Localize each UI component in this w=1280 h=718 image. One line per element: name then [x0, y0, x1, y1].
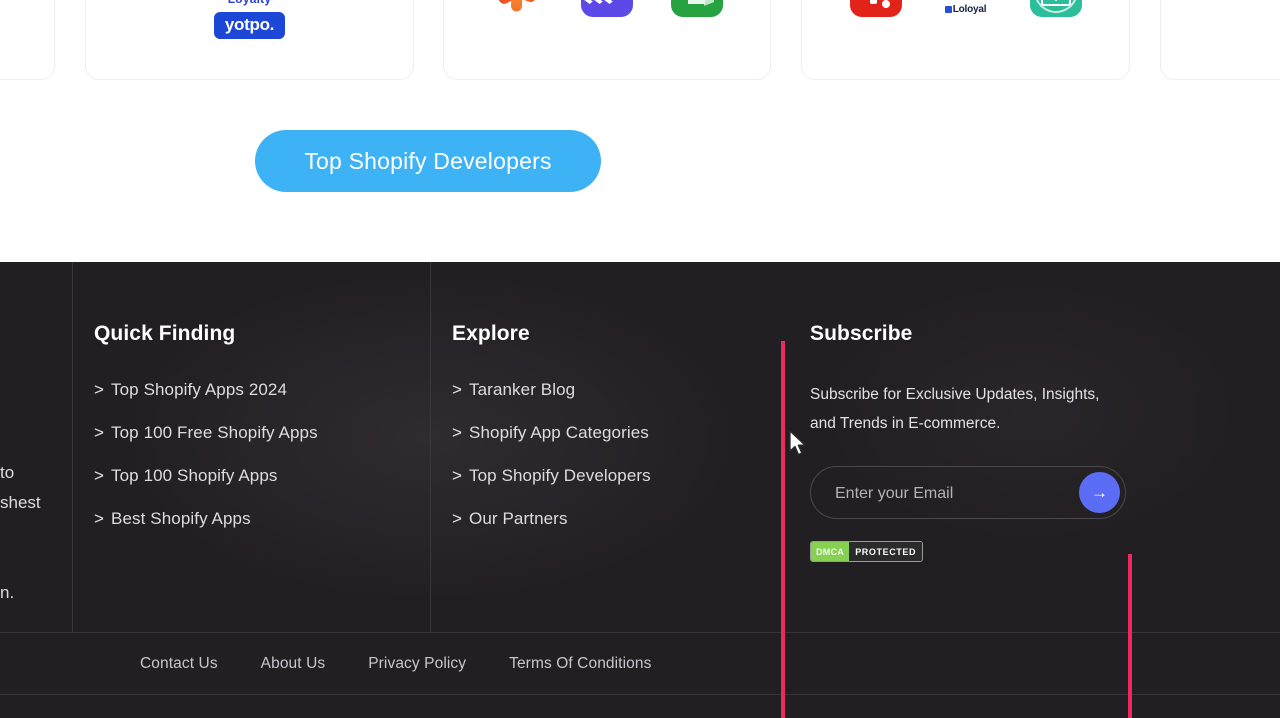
footer-vertical-divider-1 [72, 262, 73, 632]
yotpo-wordmark: yotpo. [213, 12, 286, 39]
link-label: Top 100 Shopify Apps [111, 466, 278, 485]
red-exclamation-icon[interactable] [849, 0, 902, 17]
footer-horizontal-divider-1 [0, 632, 1280, 633]
chevron-right-icon: > [452, 509, 463, 528]
chevron-right-icon: > [452, 423, 463, 442]
app-card-partial-left[interactable] [0, 0, 55, 80]
dmca-protected-badge[interactable]: DMCA PROTECTED [810, 541, 924, 562]
chevron-right-icon: > [452, 380, 463, 399]
footer-horizontal-divider-2 [0, 694, 1280, 695]
subscribe-title: Subscribe [810, 322, 913, 345]
chevron-right-icon: > [452, 466, 463, 485]
app-card-yotpo[interactable]: Loyalty yotpo. [85, 0, 414, 80]
quick-finding-title: Quick Finding [94, 322, 236, 345]
teal-cube-icon[interactable] [1029, 0, 1082, 17]
link-label: Top Shopify Apps 2024 [111, 380, 288, 399]
app-card-group-2[interactable] [443, 0, 771, 80]
top-shopify-developers-button[interactable]: Top Shopify Developers [255, 130, 601, 192]
link-contact-us[interactable]: Contact Us [140, 655, 218, 673]
clipped-text-fragment-2: shest [0, 493, 41, 512]
loloyal-wordmark: Loloyal [940, 4, 992, 15]
link-label: Top 100 Free Shopify Apps [111, 423, 318, 442]
link-top-100-free-shopify-apps[interactable]: > Top 100 Free Shopify Apps [94, 423, 424, 443]
app-card-group-3[interactable]: Loloyal [801, 0, 1130, 80]
link-best-shopify-apps[interactable]: > Best Shopify Apps [94, 509, 424, 529]
link-label: Best Shopify Apps [111, 509, 251, 528]
link-label: Shopify App Categories [469, 423, 649, 442]
top-section: Loyalty yotpo. [0, 0, 1280, 262]
green-package-icon[interactable] [671, 0, 723, 17]
purple-chevrons-icon[interactable] [581, 0, 633, 17]
chevron-right-icon: > [94, 466, 105, 485]
link-label: Top Shopify Developers [469, 466, 651, 485]
footer-bottom-links: Contact Us About Us Privacy Policy Terms… [140, 655, 651, 673]
dmca-label: DMCA [811, 542, 850, 561]
app-icon-row-2 [444, 0, 770, 17]
page-root: Loyalty yotpo. [0, 0, 1280, 718]
chevron-right-icon: > [94, 509, 105, 528]
link-privacy-policy[interactable]: Privacy Policy [368, 655, 466, 673]
app-icon-row-3: Loloyal [802, 0, 1129, 17]
link-label: Taranker Blog [469, 380, 576, 399]
explore-title: Explore [452, 322, 530, 345]
subscribe-email-box: → [810, 466, 1126, 520]
link-about-us[interactable]: About Us [261, 655, 326, 673]
clipped-text-fragment-1: to [0, 463, 15, 482]
link-shopify-app-categories[interactable]: > Shopify App Categories [452, 423, 792, 443]
footer-vertical-divider-2 [430, 262, 431, 632]
guide-line-right [1128, 554, 1132, 718]
guide-line-left [781, 341, 785, 718]
footer-column-quick-finding: Quick Finding > Top Shopify Apps 2024 > To… [94, 322, 424, 552]
clipped-text-fragment-3: n. [0, 583, 15, 602]
yotpo-logo: Loyalty yotpo. [86, 0, 413, 39]
link-label: Our Partners [469, 509, 568, 528]
subscribe-submit-button[interactable]: → [1079, 472, 1120, 513]
link-top-100-shopify-apps[interactable]: > Top 100 Shopify Apps [94, 466, 424, 486]
chevron-right-icon: > [94, 423, 105, 442]
link-taranker-blog[interactable]: > Taranker Blog [452, 380, 792, 400]
loloyal-icon[interactable]: Loloyal [939, 0, 992, 17]
subscribe-description: Subscribe for Exclusive Updates, Insight… [810, 386, 1100, 432]
footer-column-explore: Explore > Taranker Blog > Shopify App Cate… [452, 322, 792, 552]
app-card-partial-right[interactable] [1160, 0, 1280, 80]
chevron-right-icon: > [94, 380, 105, 399]
orange-star-icon[interactable] [491, 0, 543, 17]
site-footer: to shest n. Quick Finding > Top Shopify A… [0, 262, 1280, 718]
link-top-shopify-developers[interactable]: > Top Shopify Developers [452, 466, 792, 486]
footer-column-subscribe: Subscribe Subscribe for Exclusive Update… [810, 322, 1150, 562]
link-our-partners[interactable]: > Our Partners [452, 509, 792, 529]
dmca-protected-label: PROTECTED [849, 542, 923, 561]
link-terms-of-conditions[interactable]: Terms Of Conditions [509, 655, 651, 673]
link-top-shopify-apps-2024[interactable]: > Top Shopify Apps 2024 [94, 380, 424, 400]
email-input[interactable] [833, 467, 1082, 520]
